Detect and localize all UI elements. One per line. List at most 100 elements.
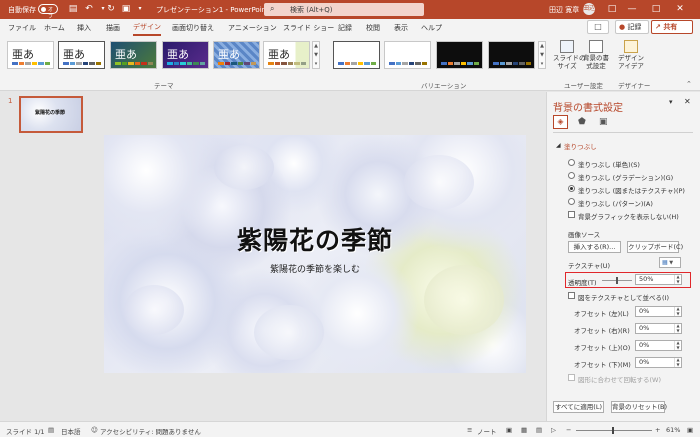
theme-office-2[interactable]: 亜あ: [58, 41, 105, 69]
theme-integral[interactable]: 亜あ: [162, 41, 209, 69]
maximize-icon[interactable]: □: [648, 2, 664, 16]
tab-help[interactable]: ヘルプ: [421, 23, 442, 33]
spinner-arrows-icon[interactable]: ▲ ▼: [674, 340, 681, 350]
pane-options-icon[interactable]: ▾: [669, 98, 673, 106]
reading-view-icon[interactable]: ▤: [536, 426, 542, 434]
tab-home[interactable]: ホーム: [44, 23, 65, 33]
search-box[interactable]: ⌕ 検索 (Alt+Q): [264, 3, 424, 16]
variant-2[interactable]: [384, 41, 431, 69]
theme-office[interactable]: 亜あ: [7, 41, 54, 69]
zoom-out-icon[interactable]: −: [566, 426, 571, 434]
format-background-icon: [589, 40, 603, 53]
fill-category-icon[interactable]: ◈: [553, 115, 568, 129]
collapse-ribbon-icon[interactable]: ⌃: [686, 80, 692, 88]
comments-button[interactable]: □: [587, 20, 609, 34]
offset-left-value: 0%: [639, 307, 650, 315]
accessibility-status[interactable]: アクセシビリティ: 問題ありません: [100, 426, 201, 436]
tab-record[interactable]: 記録: [338, 23, 352, 33]
fill-section-header[interactable]: 塗りつぶし: [564, 141, 597, 151]
tab-slideshow[interactable]: スライド ショー: [283, 23, 334, 33]
fill-pattern-radio[interactable]: [568, 198, 575, 205]
tab-review[interactable]: 校閲: [366, 23, 380, 33]
slide-thumbnail[interactable]: 紫陽花の季節: [19, 96, 83, 133]
effects-category-icon[interactable]: ⬟: [578, 117, 586, 127]
spinner-arrows-icon[interactable]: ▲ ▼: [674, 323, 681, 333]
tab-insert[interactable]: 挿入: [77, 23, 91, 33]
flower-cluster: [254, 305, 324, 360]
rotate-with-shape-checkbox[interactable]: [568, 374, 575, 381]
tile-checkbox[interactable]: [568, 292, 575, 299]
avatar[interactable]: 田辺: [583, 3, 595, 15]
hide-bg-graphics-checkbox[interactable]: [568, 211, 575, 218]
record-button[interactable]: ● 記録: [615, 20, 649, 34]
tab-animations[interactable]: アニメーション: [228, 23, 277, 33]
fill-picture-radio[interactable]: [568, 185, 575, 192]
fit-to-window-icon[interactable]: ▣: [687, 426, 693, 434]
section-collapse-icon[interactable]: ◢: [556, 142, 561, 149]
share-label: 共有: [663, 23, 678, 31]
texture-dropdown[interactable]: ▦ ▼: [659, 257, 681, 268]
customize-toolbar-icon[interactable]: ▾: [135, 4, 145, 14]
designer-button[interactable]: デザイン アイデア: [617, 40, 645, 70]
fill-solid-radio[interactable]: [568, 159, 575, 166]
ribbon-display-icon[interactable]: □: [604, 2, 620, 16]
spelling-icon[interactable]: ▤: [48, 426, 54, 434]
notes-icon[interactable]: ≡: [467, 426, 472, 434]
slide-size-button[interactable]: スライドの サイズ: [553, 40, 586, 70]
apply-to-all-button[interactable]: すべてに適用(L): [553, 401, 604, 413]
spinner-arrows-icon[interactable]: ▲ ▼: [674, 306, 681, 316]
slide-sorter-icon[interactable]: ▦: [521, 426, 527, 434]
variant-3[interactable]: [436, 41, 483, 69]
theme-facet[interactable]: 亜あ: [110, 41, 157, 69]
language-indicator[interactable]: 日本語: [61, 426, 81, 436]
offset-left-spinner[interactable]: 0% ▲ ▼: [635, 306, 682, 317]
theme-retrospect[interactable]: 亜あ: [263, 41, 310, 69]
spinner-arrows-icon[interactable]: ▲ ▼: [674, 357, 681, 367]
zoom-slider-thumb[interactable]: [612, 427, 614, 434]
notes-button[interactable]: ノート: [477, 426, 497, 436]
offset-top-spinner[interactable]: 0% ▲ ▼: [635, 340, 682, 351]
save-icon[interactable]: ▤: [68, 4, 78, 14]
pane-close-icon[interactable]: ✕: [684, 97, 691, 106]
variant-1[interactable]: [333, 41, 380, 69]
format-background-button[interactable]: 背景の書 式設定: [582, 40, 610, 70]
themes-scroll[interactable]: ▲ ▼ ▾: [312, 41, 320, 69]
undo-icon[interactable]: ↶: [84, 4, 94, 14]
tab-transitions[interactable]: 画面切り替え: [172, 23, 214, 33]
variants-scroll[interactable]: ▲ ▼ ▾: [538, 41, 546, 69]
reset-background-button[interactable]: 背景のリセット(B): [611, 401, 667, 413]
zoom-slider[interactable]: [576, 430, 652, 431]
present-from-start-icon[interactable]: ▣: [121, 4, 131, 14]
clipboard-button[interactable]: クリップボード(C): [627, 241, 683, 253]
redo-icon[interactable]: ↻: [106, 4, 116, 14]
zoom-level[interactable]: 61%: [666, 426, 680, 434]
theme-ion[interactable]: 亜あ: [213, 41, 260, 69]
fill-picture-label: 塗りつぶし (図またはテクスチャ)(P): [578, 187, 685, 195]
offset-right-spinner[interactable]: 0% ▲ ▼: [635, 323, 682, 334]
tab-view[interactable]: 表示: [394, 23, 408, 33]
tab-design[interactable]: デザイン: [133, 22, 161, 36]
close-icon[interactable]: ✕: [672, 2, 688, 16]
tab-draw[interactable]: 描画: [106, 23, 120, 33]
variant-4[interactable]: [488, 41, 535, 69]
accessibility-icon[interactable]: ☺: [91, 426, 98, 434]
share-button[interactable]: ↗ 共有: [651, 20, 693, 34]
designer-group-label: デザイナー: [618, 82, 651, 90]
picture-category-icon[interactable]: ▣: [599, 117, 608, 127]
designer-label: デザイン アイデア: [618, 54, 644, 70]
designer-icon: [624, 40, 638, 53]
slide-subtitle[interactable]: 紫陽花の季節を楽しむ: [104, 262, 526, 275]
slide-title[interactable]: 紫陽花の季節: [104, 221, 526, 257]
fill-gradient-radio[interactable]: [568, 172, 575, 179]
insert-picture-button[interactable]: 挿入する(R)...: [568, 241, 621, 253]
slide-canvas[interactable]: 紫陽花の季節 紫陽花の季節を楽しむ: [104, 135, 526, 373]
zoom-in-icon[interactable]: +: [655, 426, 660, 434]
autosave-toggle[interactable]: オフ: [38, 4, 58, 20]
tab-file[interactable]: ファイル: [8, 23, 36, 33]
offset-bottom-spinner[interactable]: 0% ▲ ▼: [635, 357, 682, 368]
hide-bg-graphics-label: 背景グラフィックを表示しない(H): [578, 213, 679, 221]
minimize-icon[interactable]: —: [624, 2, 640, 16]
slideshow-view-icon[interactable]: ▷: [551, 426, 556, 434]
normal-view-icon[interactable]: ▣: [506, 426, 512, 434]
flower-cluster: [404, 155, 474, 210]
